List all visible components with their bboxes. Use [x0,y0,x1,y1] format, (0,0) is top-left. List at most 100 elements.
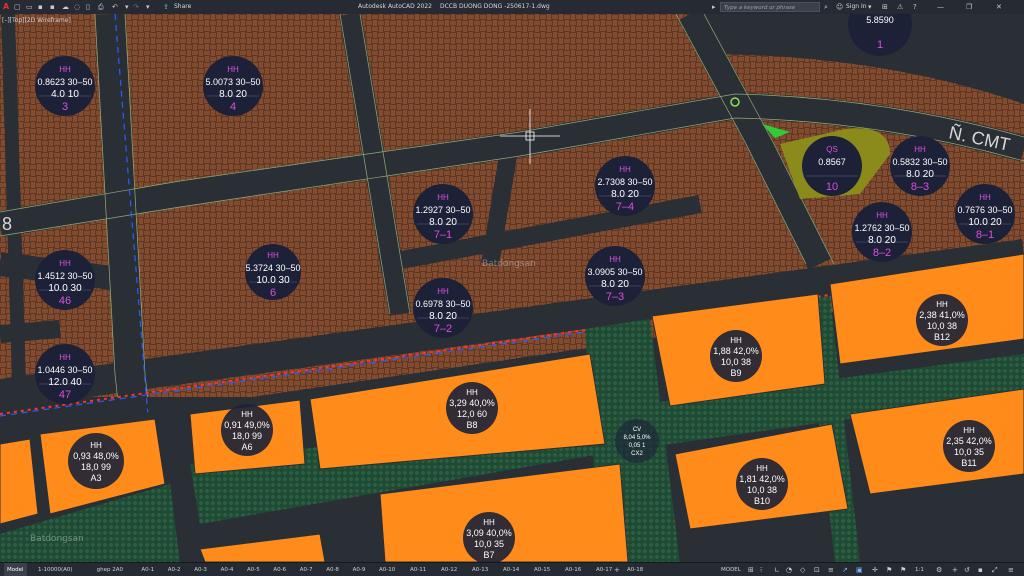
gizmo-icon[interactable]: ✛ [872,563,878,576]
ortho-icon[interactable]: ∟ [774,563,780,576]
viewport-controls[interactable]: [–][Top][2D Wireframe] [2,17,71,24]
layout-tab[interactable]: A0-1 [138,563,157,576]
plot-label-dims: 8.0 20 [611,189,639,200]
cloud-icon[interactable]: ☁ [62,0,69,14]
annotation-icon[interactable]: ▣ [856,563,863,576]
plot-label-dims: 10.0 30 [48,283,82,294]
plot-label-dims: 10.0 30 [256,275,290,286]
layout-tab[interactable]: A0-5 [244,563,263,576]
layout-tab[interactable]: A0-2 [165,563,184,576]
mobile-icon[interactable]: ▯ [86,0,90,14]
lot-label-id: B10 [754,496,770,506]
lot-label-id: A6 [241,442,252,452]
annotation-scale-icon[interactable]: ⚑ [900,563,906,576]
layout-tab[interactable]: A0-15 [531,563,553,576]
layout-tab[interactable]: A0-9 [350,563,369,576]
annotation-scale[interactable]: 1:1 [912,563,927,576]
units-icon[interactable]: ↺ [964,563,970,576]
layout-tab[interactable]: A0-3 [191,563,210,576]
layout-tab[interactable]: A0-8 [323,563,342,576]
layout-tab[interactable]: A0-11 [407,563,429,576]
isodraft-icon[interactable]: ◇ [800,563,805,576]
layout-tab[interactable]: A0-17 [593,563,615,576]
cart-icon[interactable]: ⊞ [882,0,888,14]
new-file-icon[interactable]: ▢ [14,0,21,14]
plot-marker: QS 0.8567 10 [802,136,862,196]
plot-label-dims: 8.0 20 [219,89,247,100]
undo-icon[interactable]: ↶ [112,0,118,14]
layout-tab[interactable]: ghep 2A0 [94,563,126,576]
layout-tab[interactable]: A0-16 [562,563,584,576]
plot-label-id: 10 [826,181,838,193]
dropdown-icon[interactable]: ▾ [146,0,150,14]
plot-label-code: HH [227,65,239,74]
plot-label-code: HH [59,259,71,268]
plot-label-code: HH [914,145,926,154]
open-file-icon[interactable]: ▭ [26,0,33,14]
close-icon[interactable]: ✕ [996,0,1002,14]
plot-label-id: 8–1 [976,229,994,241]
add-icon[interactable]: + [952,563,958,576]
status-bar: Model 1-10000(A0) ghep 2A0 A0-1 A0-2 A0-3 A0-4… [0,562,1024,576]
isolate-icon[interactable]: ▪ [978,563,983,576]
lot-label-area-ratio: 3,29 40,0% [449,398,495,408]
lot-marker: HH3,09 40,0%10,0 35B7 [463,512,515,562]
lot-marker: HH1,88 42,0%10,0 38B9 [710,330,762,382]
snap-icon[interactable]: ⁝ [760,563,762,576]
save-icon[interactable]: ▪ [38,0,43,14]
search-arrow-icon[interactable]: ▸ [712,0,716,14]
plot-label-code: HH [979,193,991,202]
minimize-icon[interactable]: — [937,0,944,14]
layout-tab[interactable]: A0-4 [218,563,237,576]
annotation-visibility-icon[interactable]: ⚑ [886,563,892,576]
add-layout-icon[interactable]: + [614,563,620,576]
share-button[interactable]: Share [174,0,191,14]
web-icon[interactable]: ◌ [74,0,80,14]
layout-tab[interactable]: Model [4,563,27,576]
drawing-canvas[interactable]: 8 Ñ. CMT HH 0.8623 30–50 4.0 10 3 HH 5.0073 3… [0,14,1024,562]
user-icon[interactable]: ☺ [836,0,843,14]
lot-marker: HH2,38 41,0%10,0 38B12 [916,294,968,346]
sign-in-button[interactable]: Sign In [846,0,867,14]
exchange-icon[interactable]: ⚠ [897,0,903,14]
layout-tab[interactable]: A0-10 [376,563,398,576]
search-icon[interactable]: ⌕ [824,0,828,14]
undo-dropdown-icon[interactable]: ▾ [125,0,129,14]
watermark: Batdongsan [30,534,84,544]
lot-label-dims: 10,0 38 [927,321,957,331]
layout-tab[interactable]: 1-10000(A0) [35,563,76,576]
workspace-icon[interactable]: ⚙ [936,563,942,576]
sign-in-dropdown-icon[interactable]: ▾ [868,0,872,14]
layout-tab[interactable]: A0-14 [500,563,522,576]
redo-icon[interactable]: ↷ [133,0,139,14]
autocad-logo-icon[interactable]: A [3,0,9,14]
plot-label-area-height: 1.2762 30–50 [854,223,909,233]
model-space-button[interactable]: MODEL [718,563,744,576]
file-title: DCCB DUONG DONG -250617-1.dwg [440,3,550,10]
plot-label-id: 47 [59,389,71,401]
polar-icon[interactable]: ◔ [786,563,792,576]
print-icon[interactable]: ⎙ [98,0,104,14]
plot-marker: HH 5.3724 30–50 10.0 306 [245,244,301,300]
layout-tab[interactable]: A0-12 [438,563,460,576]
layout-tab[interactable]: A0-13 [469,563,491,576]
lot-label-code: HH [90,441,102,450]
lineweight-icon[interactable]: ≡ [828,563,834,576]
plot-label-area-height: 5.3724 30–50 [245,263,300,273]
lot-label-area-ratio: 8,04 5,0% [623,435,651,441]
customize-icon[interactable]: ≡ [1008,563,1014,576]
layout-tab[interactable]: A0-7 [297,563,316,576]
layout-tab[interactable]: A0-18 [624,563,646,576]
search-input[interactable]: Type a keyword or phrase [720,2,820,12]
restore-icon[interactable]: ❐ [966,0,972,14]
fullscreen-icon[interactable]: ⤢ [992,563,998,576]
layout-tab[interactable]: A0-6 [270,563,289,576]
share-icon[interactable]: ⇪ [163,0,169,14]
plot-label-id: 8–3 [911,181,929,193]
help-icon[interactable]: ? [913,0,917,14]
selection-icon[interactable]: ↗ [842,563,848,576]
osnap-icon[interactable]: ⊡ [814,563,820,576]
grid-icon[interactable]: ⊞ [748,563,754,576]
plot-marker: HH 3.0905 30–50 8.0 207–3 [585,246,645,306]
save-as-icon[interactable]: ▪ [50,0,55,14]
